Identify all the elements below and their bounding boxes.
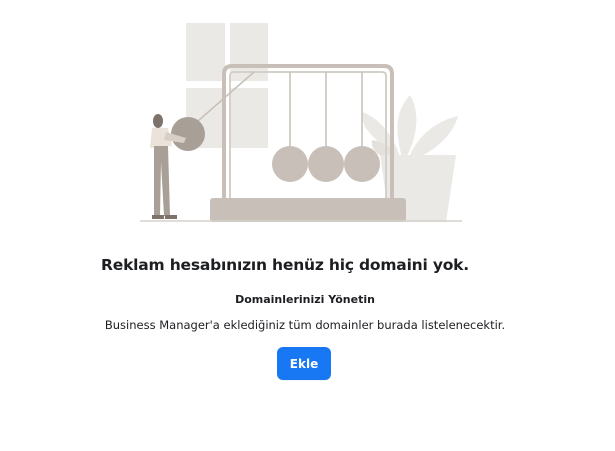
empty-state-title: Reklam hesabınızın henüz hiç domaini yok… bbox=[101, 256, 469, 274]
empty-state-subheading: Domainlerinizi Yönetin bbox=[235, 293, 375, 306]
page: Reklam hesabınızın henüz hiç domaini yok… bbox=[0, 0, 615, 451]
add-domain-button[interactable]: Ekle bbox=[277, 347, 331, 380]
empty-state-description: Business Manager'a eklediğiniz tüm domai… bbox=[104, 318, 506, 332]
empty-state-illustration bbox=[140, 23, 462, 222]
